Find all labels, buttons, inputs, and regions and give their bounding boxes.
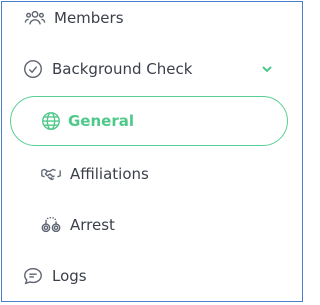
handcuffs-icon: [40, 214, 62, 236]
sidebar-nav: Members Background Check General Affilia…: [1, 1, 303, 302]
nav-item-general[interactable]: General: [10, 96, 288, 146]
chevron-down-icon[interactable]: [260, 62, 274, 76]
nav-item-background-check[interactable]: Background Check: [2, 49, 302, 89]
nav-item-logs[interactable]: Logs: [2, 256, 302, 296]
nav-item-members[interactable]: Members: [2, 0, 302, 38]
nav-item-general-label: General: [68, 112, 134, 130]
nav-item-members-label: Members: [54, 9, 124, 27]
nav-item-logs-label: Logs: [52, 267, 87, 285]
check-circle-icon: [22, 58, 44, 80]
nav-item-arrest-label: Arrest: [70, 216, 115, 234]
users-icon: [24, 7, 46, 29]
nav-item-affiliations-label: Affiliations: [70, 165, 149, 183]
nav-item-background-check-label: Background Check: [52, 60, 193, 78]
chat-bubble-icon: [22, 265, 44, 287]
handshake-icon: [40, 163, 62, 185]
nav-item-affiliations[interactable]: Affiliations: [2, 154, 302, 194]
globe-icon: [40, 110, 62, 132]
nav-item-arrest[interactable]: Arrest: [2, 205, 302, 245]
